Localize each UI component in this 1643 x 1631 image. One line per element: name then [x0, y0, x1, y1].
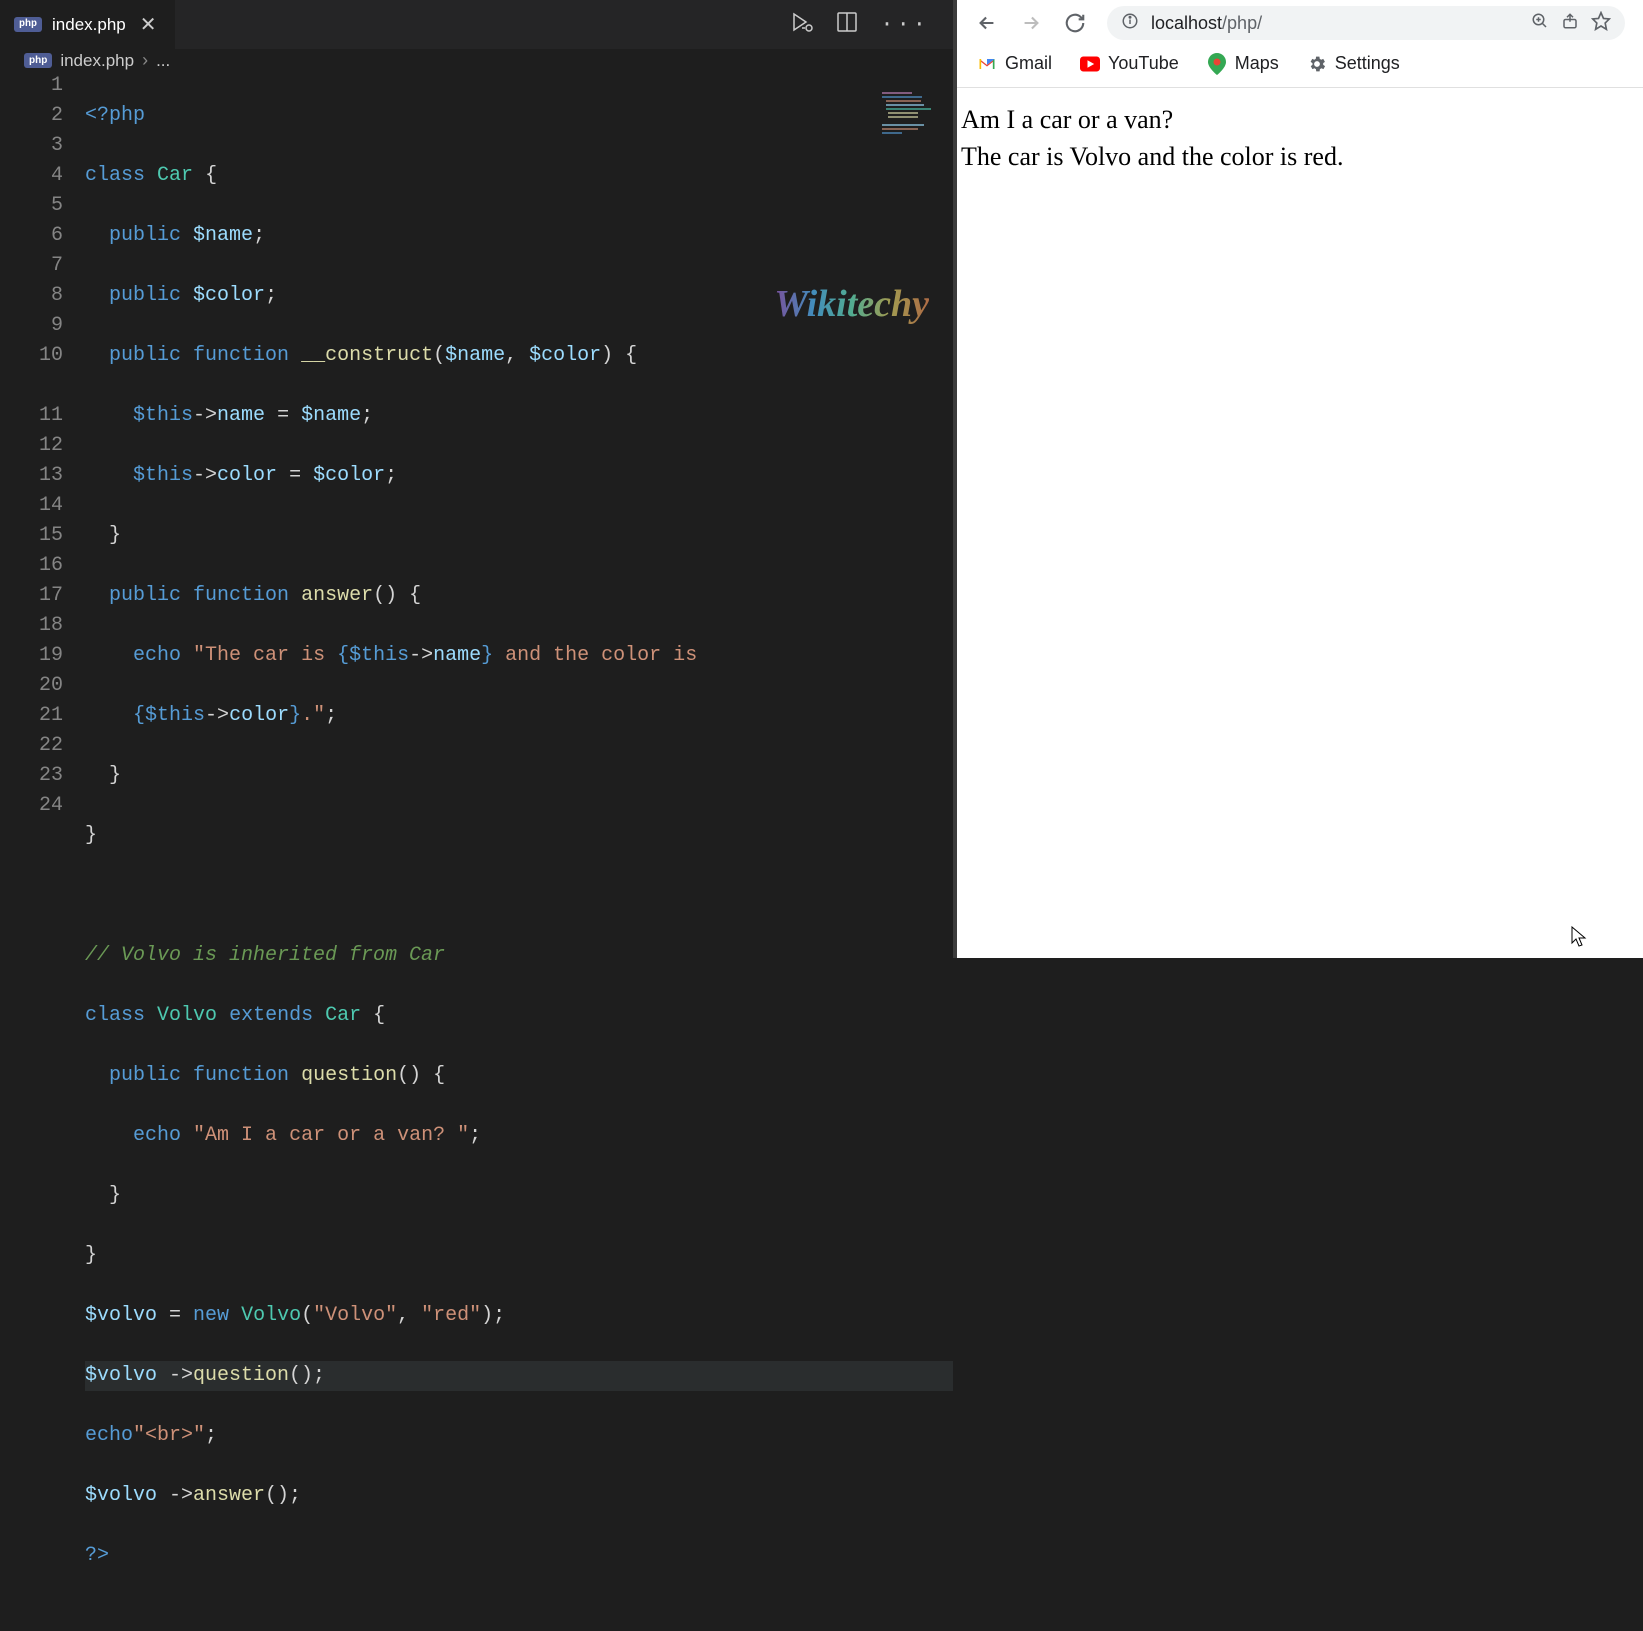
reload-button[interactable] — [1063, 11, 1087, 35]
maps-icon — [1207, 54, 1227, 74]
tab-bar: php index.php ✕ ··· — [0, 0, 953, 50]
code-area[interactable]: 123456789101112131415161718192021222324 … — [0, 71, 953, 1631]
bookmark-maps[interactable]: Maps — [1207, 53, 1279, 74]
more-actions-icon[interactable]: ··· — [880, 12, 929, 37]
code-content[interactable]: <?php class Car { public $name; public $… — [85, 71, 953, 1631]
bookmark-gmail[interactable]: Gmail — [977, 53, 1052, 74]
zoom-icon[interactable] — [1531, 12, 1549, 35]
bookmark-label: Gmail — [1005, 53, 1052, 74]
run-debug-icon[interactable] — [790, 11, 814, 38]
line-gutter: 123456789101112131415161718192021222324 — [0, 71, 85, 1631]
bookmark-youtube[interactable]: YouTube — [1080, 53, 1179, 74]
page-content: Am I a car or a van? The car is Volvo an… — [957, 88, 1643, 190]
breadcrumb-file[interactable]: index.php — [60, 51, 134, 71]
output-line-1: Am I a car or a van? — [961, 102, 1639, 139]
info-icon[interactable] — [1121, 12, 1139, 35]
browser-pane: localhost/php/ Gmail YouTube — [957, 0, 1643, 958]
browser-nav-bar: localhost/php/ — [957, 0, 1643, 44]
output-line-2: The car is Volvo and the color is red. — [961, 139, 1639, 176]
editor-pane: php index.php ✕ ··· php index.php › ... … — [0, 0, 953, 958]
forward-button[interactable] — [1019, 11, 1043, 35]
bookmarks-bar: Gmail YouTube Maps Settings — [957, 44, 1643, 88]
breadcrumb[interactable]: php index.php › ... — [0, 50, 953, 71]
gear-icon — [1307, 54, 1327, 74]
breadcrumb-ellipsis[interactable]: ... — [156, 51, 170, 71]
share-icon[interactable] — [1561, 12, 1579, 35]
youtube-icon — [1080, 54, 1100, 74]
tab-index-php[interactable]: php index.php ✕ — [0, 0, 175, 50]
bookmark-label: Settings — [1335, 53, 1400, 74]
split-editor-icon[interactable] — [836, 11, 858, 38]
address-bar[interactable]: localhost/php/ — [1107, 6, 1625, 40]
php-file-icon: php — [14, 17, 42, 32]
bookmark-settings[interactable]: Settings — [1307, 53, 1400, 74]
back-button[interactable] — [975, 11, 999, 35]
gmail-icon — [977, 54, 997, 74]
tab-title: index.php — [52, 15, 126, 35]
bookmark-label: Maps — [1235, 53, 1279, 74]
chevron-right-icon: › — [142, 50, 148, 71]
mouse-cursor-icon — [1571, 926, 1587, 948]
php-file-icon: php — [24, 53, 52, 68]
close-tab-icon[interactable]: ✕ — [136, 12, 161, 38]
tab-actions: ··· — [790, 11, 953, 38]
bookmark-label: YouTube — [1108, 53, 1179, 74]
url-text: localhost/php/ — [1151, 13, 1519, 34]
star-icon[interactable] — [1591, 11, 1611, 36]
